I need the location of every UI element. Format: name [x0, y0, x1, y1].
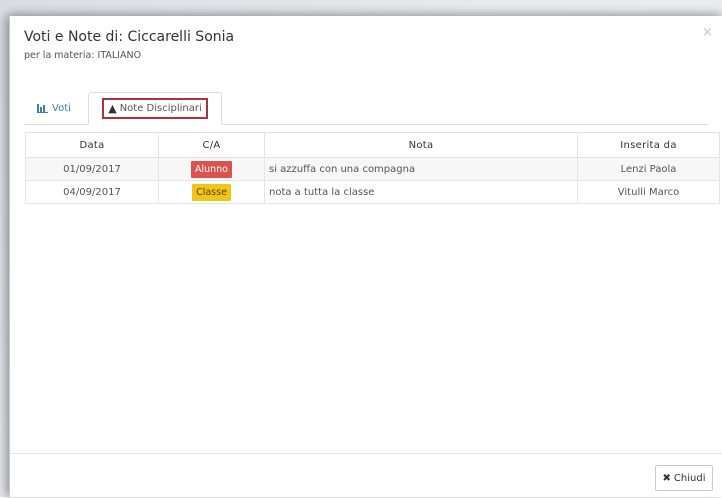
column-header-data[interactable]: Data — [25, 132, 159, 158]
ca-badge: Alunno — [190, 160, 232, 178]
modal-header: Voti e Note di: Ciccarelli Sonia per la … — [10, 16, 722, 74]
close-icon: ✖ — [662, 472, 671, 484]
cell-data: 04/09/2017 — [25, 180, 159, 204]
ca-badge: Classe — [192, 183, 231, 201]
modal-dialog: Voti e Note di: Ciccarelli Sonia per la … — [9, 16, 722, 497]
tab-note-highlight: ▲ Note Disciplinari — [102, 98, 208, 119]
cell-inserita-da: Lenzi Paola — [577, 157, 720, 181]
bar-chart-icon — [37, 103, 49, 113]
tab-bar: Voti ▲ Note Disciplinari — [24, 92, 709, 125]
table-row: 04/09/2017 Classe nota a tutta la classe… — [25, 180, 720, 204]
close-button-label: Chiudi — [673, 472, 706, 484]
cell-inserita-da: Vitulli Marco — [577, 180, 720, 204]
modal-subtitle: per la materia: ITALIANO — [24, 50, 142, 61]
cell-nota: si azzuffa con una compagna — [264, 157, 578, 181]
table-row: 01/09/2017 Alunno si azzuffa con una com… — [25, 157, 720, 181]
modal-title: Voti e Note di: Ciccarelli Sonia — [24, 29, 235, 45]
tab-note-disciplinari[interactable]: ▲ Note Disciplinari — [88, 92, 222, 125]
warning-icon: ▲ — [108, 102, 117, 115]
close-icon[interactable]: × — [702, 26, 713, 39]
tab-voti[interactable]: Voti — [24, 92, 84, 124]
column-header-inserita-da[interactable]: Inserita da — [577, 132, 720, 158]
tab-note-label: Note Disciplinari — [119, 103, 202, 114]
close-button[interactable]: ✖ Chiudi — [655, 465, 713, 491]
cell-data: 01/09/2017 — [25, 157, 159, 181]
column-header-nota[interactable]: Nota — [264, 132, 578, 158]
table-header-row: Data C/A Nota Inserita da — [25, 132, 720, 158]
modal-footer: ✖ Chiudi — [10, 453, 722, 498]
cell-ca: Alunno — [158, 157, 265, 181]
cell-ca: Classe — [158, 180, 265, 204]
tab-voti-label: Voti — [52, 102, 71, 114]
column-header-ca[interactable]: C/A — [158, 132, 265, 158]
notes-table: Data C/A Nota Inserita da 01/09/2017 Alu… — [25, 132, 720, 204]
cell-nota: nota a tutta la classe — [264, 180, 578, 204]
